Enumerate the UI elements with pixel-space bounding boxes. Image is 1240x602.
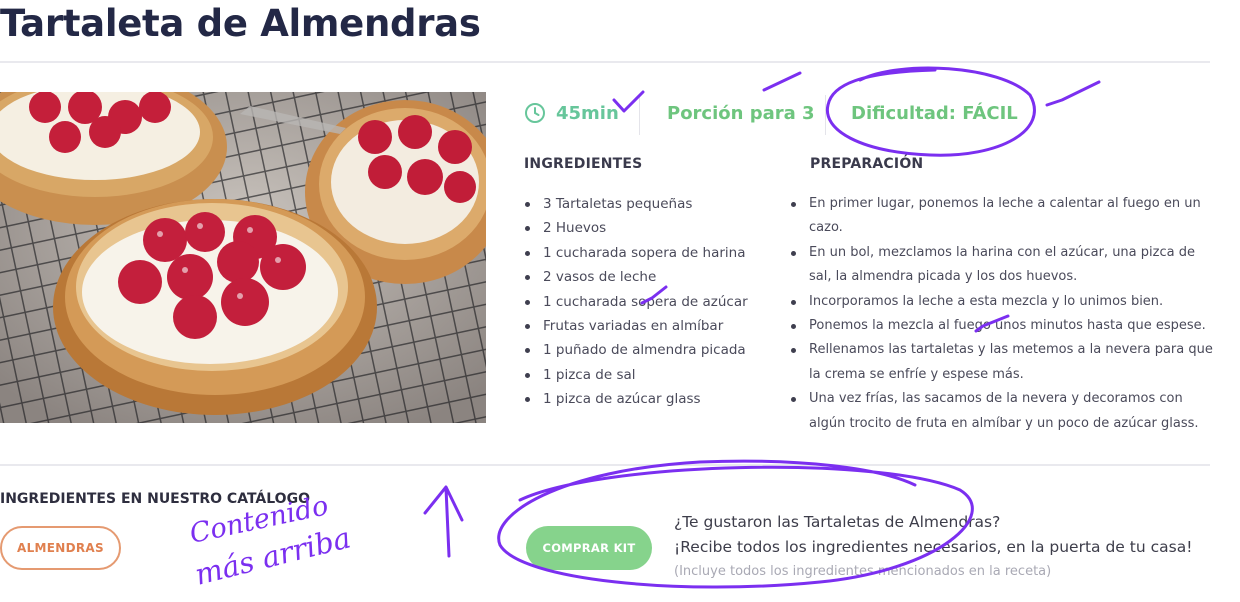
meta-divider	[639, 95, 640, 135]
list-item: 2 Huevos	[524, 216, 784, 240]
checkmark-icon	[762, 71, 802, 92]
list-item: 1 cucharada sopera de azúcar	[524, 290, 784, 314]
kit-promo-note: (Incluye todos los ingredientes menciona…	[674, 564, 1052, 579]
handwritten-note-line2: más arriba	[191, 520, 354, 591]
list-item: En un bol, mezclamos la harina con el az…	[790, 241, 1220, 290]
page-title: Tartaleta de Almendras	[0, 2, 481, 45]
list-item: 3 Tartaletas pequeñas	[524, 192, 784, 216]
preparation-list: En primer lugar, ponemos la leche a cale…	[790, 192, 1220, 436]
almendras-tag-button[interactable]: ALMENDRAS	[0, 526, 121, 570]
meta-divider	[825, 95, 826, 135]
clock-icon	[525, 103, 545, 123]
preparation-heading: PREPARACIÓN	[810, 156, 924, 172]
recipe-photo	[0, 92, 486, 423]
catalog-heading: INGREDIENTES EN NUESTRO CATÁLOGO	[0, 491, 310, 507]
list-item: Frutas variadas en almíbar	[524, 314, 784, 338]
list-item: 2 vasos de leche	[524, 265, 784, 289]
list-item: 1 pizca de azúcar glass	[524, 387, 784, 411]
list-item: En primer lugar, ponemos la leche a cale…	[790, 192, 1220, 241]
top-divider	[0, 61, 1210, 63]
prep-time: 45min	[524, 99, 619, 127]
ingredients-heading: INGREDIENTES	[524, 156, 643, 172]
bottom-divider	[0, 464, 1210, 466]
kit-promo-offer: ¡Recibe todos los ingredientes necesario…	[674, 538, 1193, 556]
portions: Porción para 3	[667, 102, 815, 124]
ingredients-list: 3 Tartaletas pequeñas 2 Huevos 1 cuchara…	[524, 192, 784, 412]
buy-kit-button[interactable]: COMPRAR KIT	[526, 526, 652, 570]
list-item: 1 puñado de almendra picada	[524, 338, 784, 362]
arrow-up-icon	[423, 485, 464, 558]
checkmark-icon	[1045, 80, 1101, 107]
difficulty: Dificultad: FÁCIL	[851, 102, 1018, 124]
list-item: 1 cucharada sopera de harina	[524, 241, 784, 265]
list-item: Rellenamos las tartaletas y las metemos …	[790, 338, 1220, 387]
list-item: Incorporamos la leche a esta mezcla y lo…	[790, 290, 1220, 314]
list-item: Una vez frías, las sacamos de la nevera …	[790, 387, 1220, 436]
kit-promo-question: ¿Te gustaron las Tartaletas de Almendras…	[674, 513, 1001, 531]
list-item: Ponemos la mezcla al fuego unos minutos …	[790, 314, 1220, 338]
list-item: 1 pizca de sal	[524, 363, 784, 387]
prep-time-value: 45min	[556, 102, 619, 124]
